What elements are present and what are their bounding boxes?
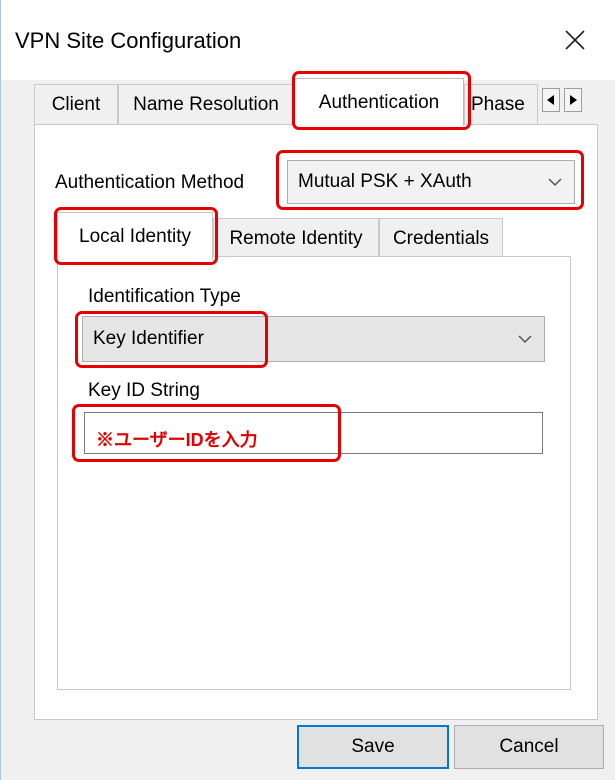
tab-phase[interactable]: Phase	[464, 84, 538, 124]
tab-local-identity[interactable]: Local Identity	[57, 212, 213, 260]
tab-authentication-label: Authentication	[318, 91, 440, 113]
tab-scroll-left-button[interactable]	[542, 88, 560, 112]
tab-client[interactable]: Client	[34, 84, 118, 124]
authentication-method-select[interactable]: Mutual PSK + XAuth	[287, 160, 575, 204]
tab-scroll-right-button[interactable]	[564, 88, 582, 112]
close-button[interactable]	[553, 18, 597, 62]
cancel-button[interactable]: Cancel	[454, 725, 604, 769]
tab-remote-identity-label: Remote Identity	[229, 227, 363, 249]
title-bar: VPN Site Configuration	[1, 0, 615, 80]
identification-type-label: Identification Type	[88, 286, 241, 307]
save-button[interactable]: Save	[297, 725, 449, 769]
identification-type-select[interactable]: Key Identifier	[82, 316, 545, 362]
chevron-down-icon	[548, 178, 562, 187]
authentication-method-value: Mutual PSK + XAuth	[298, 171, 472, 192]
cancel-button-label: Cancel	[499, 736, 559, 757]
authentication-method-label: Authentication Method	[55, 172, 245, 193]
tab-credentials-label: Credentials	[392, 227, 490, 249]
identification-type-value: Key Identifier	[93, 328, 204, 349]
key-id-string-value: ※ユーザーIDを入力	[96, 430, 258, 450]
tab-remote-identity[interactable]: Remote Identity	[213, 218, 379, 258]
chevron-down-icon	[518, 335, 532, 344]
triangle-left-icon	[547, 95, 554, 105]
tab-authentication[interactable]: Authentication	[294, 78, 464, 126]
tab-credentials[interactable]: Credentials	[379, 218, 503, 258]
tab-name-resolution[interactable]: Name Resolution	[118, 84, 294, 124]
close-icon	[565, 30, 585, 50]
dialog-window: VPN Site Configuration Client Name Resol…	[0, 0, 615, 780]
tab-phase-label: Phase	[471, 93, 525, 115]
window-title: VPN Site Configuration	[15, 28, 242, 53]
tab-client-label: Client	[51, 93, 101, 115]
tab-name-resolution-label: Name Resolution	[133, 93, 279, 115]
key-id-string-label: Key ID String	[88, 380, 200, 401]
triangle-right-icon	[570, 95, 577, 105]
tab-local-identity-label: Local Identity	[79, 225, 191, 247]
save-button-label: Save	[351, 736, 395, 757]
